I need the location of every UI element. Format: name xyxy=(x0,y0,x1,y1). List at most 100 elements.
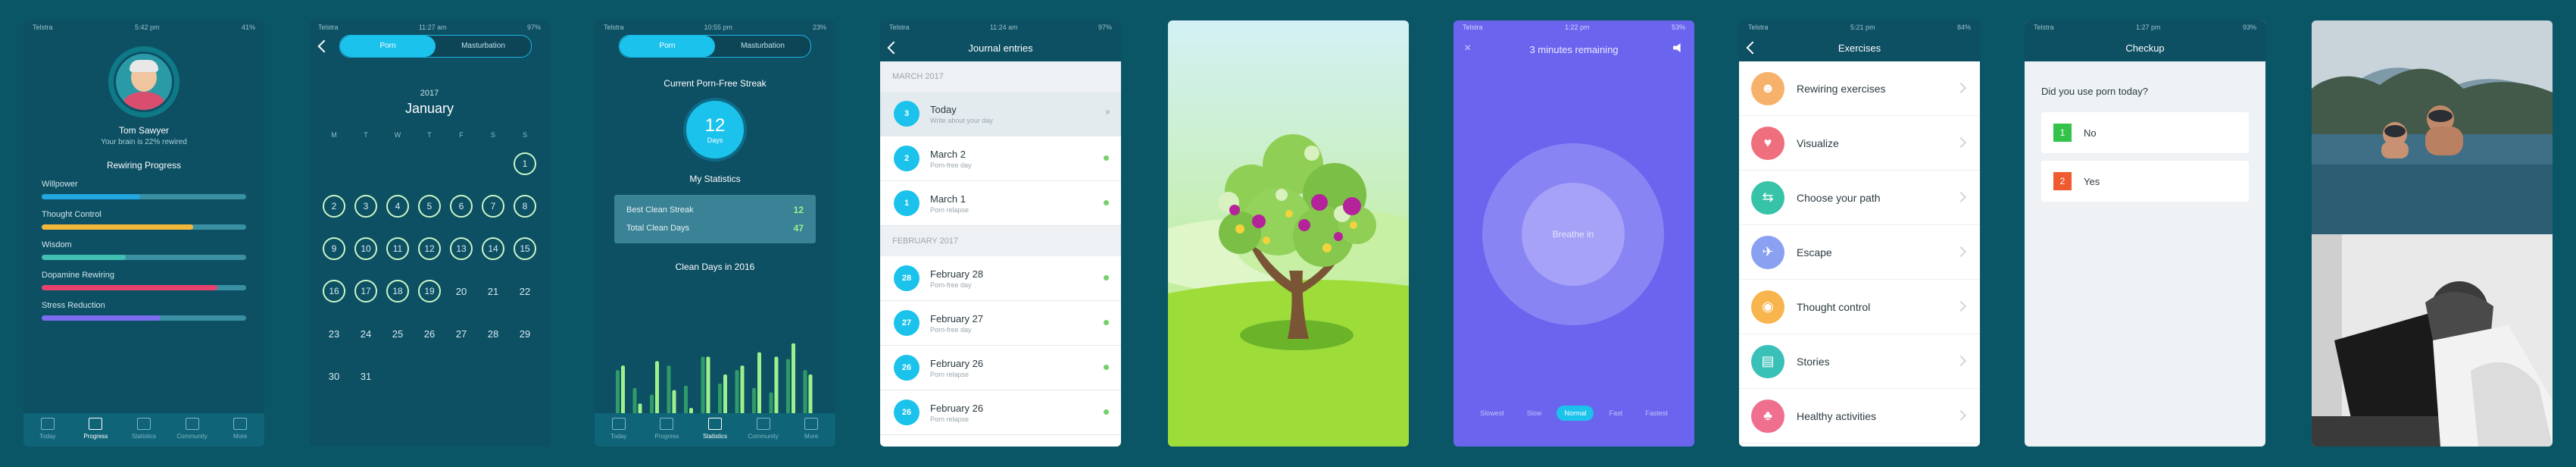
calendar-day[interactable]: 24 xyxy=(350,312,382,355)
exercise-item[interactable]: ✈ Escape xyxy=(1739,225,1980,280)
close-icon[interactable]: × xyxy=(1464,42,1471,55)
exercise-item[interactable]: ▤ Stories xyxy=(1739,334,1980,389)
weekday-label: F xyxy=(459,131,464,139)
tab-today[interactable]: Today xyxy=(595,413,643,447)
screen-statistics: Telstra 10:55 pm 23% Porn Masturbation C… xyxy=(595,20,835,447)
calendar-day[interactable]: 23 xyxy=(318,312,350,355)
calendar-day[interactable]: 6 xyxy=(445,185,477,227)
calendar-day[interactable]: 12 xyxy=(414,227,445,270)
segment-masturbation[interactable]: Masturbation xyxy=(715,36,810,57)
avatar[interactable] xyxy=(114,52,174,112)
tab-more[interactable]: More xyxy=(216,413,264,447)
tab-community[interactable]: Community xyxy=(168,413,217,447)
progress-label: Wisdom xyxy=(42,240,72,249)
answer-no[interactable]: 1 No xyxy=(2041,112,2249,153)
segment-porn[interactable]: Porn xyxy=(620,36,715,57)
clean-day-marker: 5 xyxy=(418,195,441,218)
battery: 84% xyxy=(1956,24,1971,31)
calendar-day[interactable]: 28 xyxy=(477,312,509,355)
tab-community-icon xyxy=(756,418,770,430)
back-icon[interactable] xyxy=(887,41,901,55)
answer-yes[interactable]: 2 Yes xyxy=(2041,161,2249,202)
calendar-day[interactable]: 13 xyxy=(445,227,477,270)
chart-bar xyxy=(632,387,637,415)
exercise-item[interactable]: ◉ Thought control xyxy=(1739,280,1980,334)
tab-progress[interactable]: Progress xyxy=(72,413,120,447)
weekday-label: M xyxy=(331,131,337,139)
speed-fast[interactable]: Fast xyxy=(1602,406,1631,421)
calendar-day[interactable]: 2 xyxy=(318,185,350,227)
calendar-day[interactable]: 14 xyxy=(477,227,509,270)
speed-slowest[interactable]: Slowest xyxy=(1472,406,1512,421)
calendar-day[interactable]: 4 xyxy=(382,185,414,227)
back-icon[interactable] xyxy=(1746,41,1759,55)
journal-entry[interactable]: 3 Today Write about your day × xyxy=(880,92,1121,136)
calendar-day[interactable]: 5 xyxy=(414,185,445,227)
carrier: Telstra xyxy=(1463,24,1483,31)
back-icon[interactable] xyxy=(317,39,331,53)
exercise-item[interactable]: ☻ Rewiring exercises xyxy=(1739,61,1980,116)
progress-fill xyxy=(42,194,140,199)
tab-progress[interactable]: Progress xyxy=(643,413,692,447)
calendar-day[interactable]: 15 xyxy=(509,227,541,270)
calendar-day[interactable]: 7 xyxy=(477,185,509,227)
journal-entry[interactable]: 1 March 1 Porn relapse xyxy=(880,181,1121,226)
checkup-question: Did you use porn today? xyxy=(2041,86,2148,97)
journal-entry[interactable]: 26 February 26 Porn relapse xyxy=(880,390,1121,435)
nav-bar: Porn Masturbation xyxy=(309,34,550,58)
calendar-day[interactable]: 8 xyxy=(509,185,541,227)
calendar-day[interactable]: 27 xyxy=(445,312,477,355)
calendar-day[interactable]: 18 xyxy=(382,270,414,312)
calendar-day[interactable]: 19 xyxy=(414,270,445,312)
tab-statistics[interactable]: Statistics xyxy=(691,413,739,447)
calendar-day[interactable]: 31 xyxy=(350,355,382,397)
exercise-item[interactable]: ♥ Visualize xyxy=(1739,116,1980,171)
status-dot xyxy=(1104,155,1109,161)
calendar-day[interactable]: 25 xyxy=(382,312,414,355)
speed-slow[interactable]: Slow xyxy=(1519,406,1550,421)
journal-entry[interactable]: 28 February 28 Porn-free day xyxy=(880,256,1121,301)
status-dot xyxy=(1104,275,1109,281)
sound-icon[interactable] xyxy=(1673,43,1681,52)
tab-statistics[interactable]: Statistics xyxy=(120,413,168,447)
close-icon[interactable]: × xyxy=(1105,107,1110,118)
tab-more[interactable]: More xyxy=(787,413,835,447)
calendar-day[interactable]: 26 xyxy=(414,312,445,355)
calendar-day[interactable]: 22 xyxy=(509,270,541,312)
tab-label: More xyxy=(233,433,248,440)
status-bar: Telstra 5:42 pm 41% xyxy=(23,20,264,34)
speed-selector: Slowest Slow Normal Fast Fastest xyxy=(1469,406,1679,421)
entry-subtitle: Porn relapse xyxy=(930,205,970,214)
journal-entry[interactable]: 27 February 27 Porn-free day xyxy=(880,301,1121,346)
speed-normal[interactable]: Normal xyxy=(1557,406,1594,421)
tab-community-icon xyxy=(185,418,199,430)
calendar-day[interactable]: 29 xyxy=(509,312,541,355)
calendar-day[interactable]: 9 xyxy=(318,227,350,270)
calendar-day[interactable]: 11 xyxy=(382,227,414,270)
calendar-day[interactable]: 3 xyxy=(350,185,382,227)
journal-entry[interactable]: 26 February 26 Porn relapse xyxy=(880,346,1121,390)
segment-porn[interactable]: Porn xyxy=(340,36,436,57)
calendar-day[interactable]: 10 xyxy=(350,227,382,270)
calendar-day[interactable]: 30 xyxy=(318,355,350,397)
chevron-right-icon xyxy=(1955,300,1967,312)
calendar-day[interactable]: 16 xyxy=(318,270,350,312)
progress-track xyxy=(42,285,246,290)
chart-bar xyxy=(684,385,688,415)
tab-today[interactable]: Today xyxy=(23,413,72,447)
calendar-day[interactable]: 17 xyxy=(350,270,382,312)
tab-community[interactable]: Community xyxy=(739,413,788,447)
speed-fastest[interactable]: Fastest xyxy=(1638,406,1675,421)
breathe-inner-circle[interactable]: Breathe in xyxy=(1522,183,1625,286)
clean-days-chart xyxy=(616,343,813,415)
journal-entry[interactable]: 2 March 2 Porn-free day xyxy=(880,136,1121,181)
carrier: Telstra xyxy=(604,24,624,31)
screen-photos xyxy=(2312,20,2553,447)
calendar-day[interactable]: 1 xyxy=(509,143,541,185)
exercise-item[interactable]: ♣ Healthy activities xyxy=(1739,389,1980,443)
segment-masturbation[interactable]: Masturbation xyxy=(436,36,531,57)
calendar-day[interactable]: 21 xyxy=(477,270,509,312)
calendar-day[interactable]: 20 xyxy=(445,270,477,312)
progress-dopamine-rewiring: Dopamine Rewiring xyxy=(42,271,246,290)
exercise-item[interactable]: ⇆ Choose your path xyxy=(1739,171,1980,225)
